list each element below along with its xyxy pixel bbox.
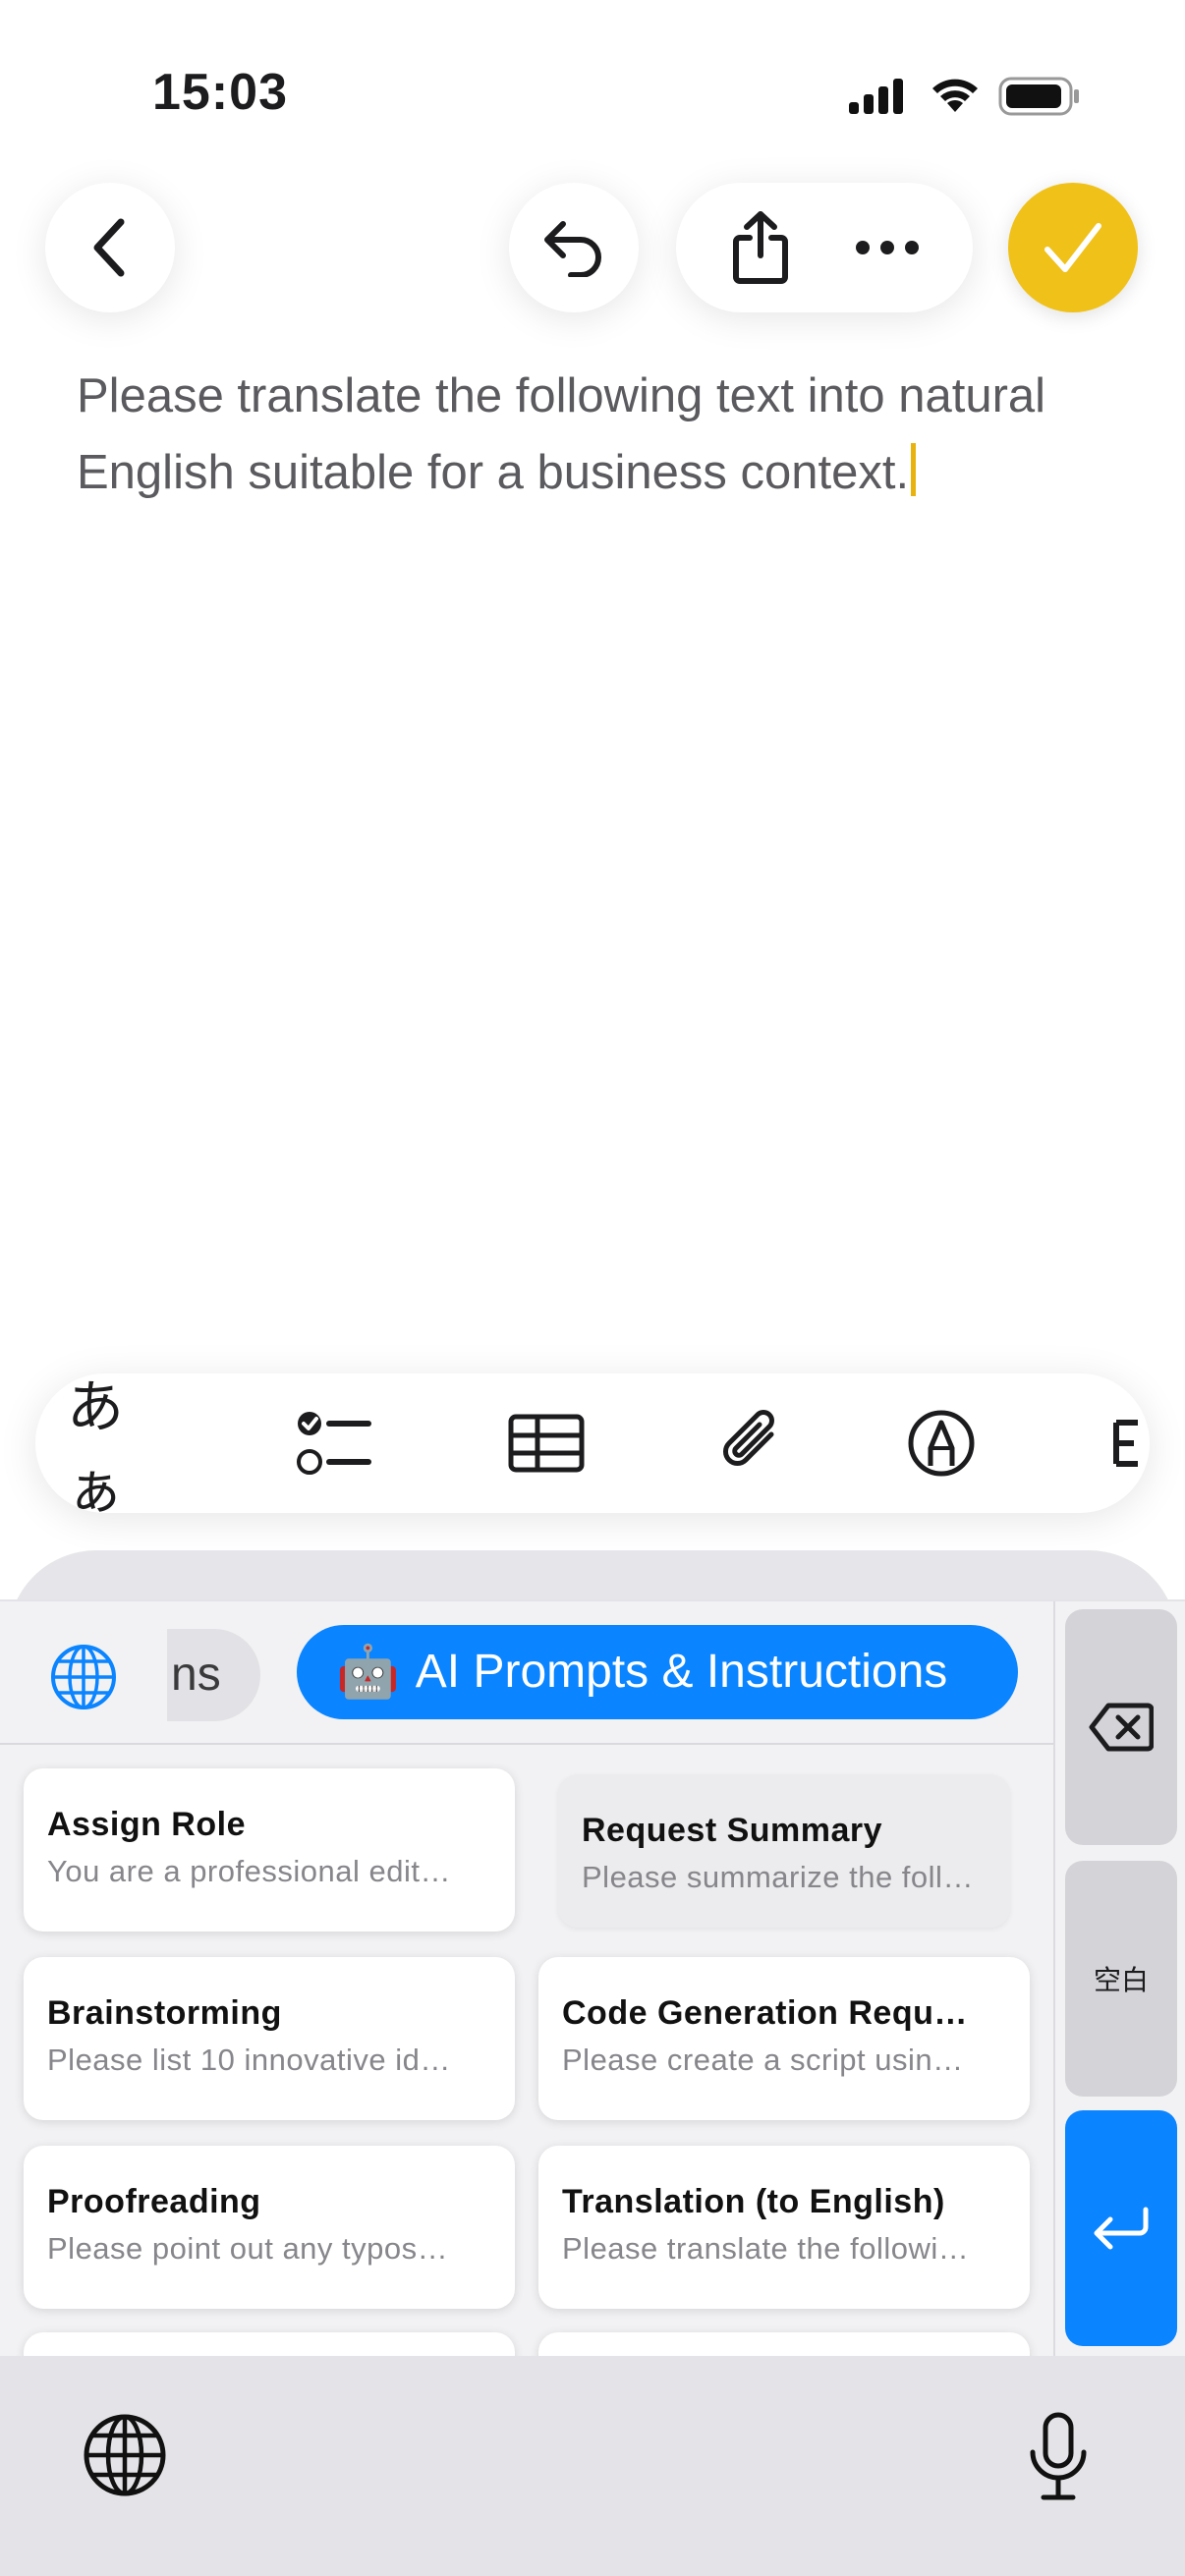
more-format-button[interactable]	[1110, 1373, 1150, 1513]
note-text: Please translate the following text into…	[77, 369, 1046, 499]
prompt-card-subtitle: Please summarize the follo…	[582, 1860, 987, 1894]
prompt-card-subtitle: Please list 10 innovative id…	[47, 2043, 451, 2077]
prompt-card-translation[interactable]: Translation (to English) Please translat…	[538, 2146, 1030, 2309]
pen-circle-icon	[908, 1410, 975, 1477]
prompt-card-brainstorming[interactable]: Brainstorming Please list 10 innovative …	[24, 1957, 515, 2120]
prompt-card-title: Code Generation Requ…	[562, 1994, 968, 2032]
prompt-card-subtitle: Please point out any typos…	[47, 2231, 449, 2266]
partial-format-icon	[1113, 1420, 1138, 1467]
status-time: 15:03	[152, 64, 288, 121]
done-button[interactable]	[1008, 183, 1138, 312]
globe-icon	[51, 1645, 116, 1709]
undo-icon	[544, 221, 601, 277]
format-toolbar: あぁ	[35, 1373, 1150, 1513]
return-key[interactable]	[1065, 2110, 1177, 2346]
prompt-card-title: Request Summary	[582, 1812, 883, 1849]
table-icon	[508, 1414, 585, 1473]
category-bar: ns 🤖 AI Prompts & Instructions	[0, 1601, 1053, 1745]
keyboard-bottom-bar	[0, 2356, 1185, 2576]
prompt-card-title: Translation (to English)	[562, 2183, 945, 2220]
prompt-card-title: Assign Role	[47, 1806, 246, 1843]
category-tab-active[interactable]: 🤖 AI Prompts & Instructions	[297, 1625, 1018, 1719]
text-cursor	[911, 443, 917, 496]
battery-icon	[998, 75, 1081, 123]
switch-keyboard-button[interactable]	[83, 2413, 167, 2502]
robot-emoji-icon: 🤖	[336, 1644, 400, 1701]
prompt-card-subtitle: Please translate the followi…	[562, 2231, 970, 2266]
checklist-button[interactable]	[285, 1373, 383, 1513]
microphone-icon	[1030, 2412, 1087, 2500]
prompt-keyboard: ns 🤖 AI Prompts & Instructions Assign Ro…	[0, 1601, 1053, 2356]
attachment-button[interactable]	[704, 1373, 802, 1513]
prompt-card-proofreading[interactable]: Proofreading Please point out any typos…	[24, 2146, 515, 2309]
markup-button[interactable]	[892, 1373, 990, 1513]
prompt-card-subtitle: Please create a script usin…	[562, 2043, 964, 2077]
side-keys: 空白	[1053, 1601, 1185, 2356]
chevron-left-icon	[93, 218, 125, 277]
table-button[interactable]	[497, 1373, 595, 1513]
ellipsis-icon	[855, 241, 919, 254]
wifi-icon	[928, 73, 983, 119]
delete-key[interactable]	[1065, 1609, 1177, 1845]
paperclip-icon	[723, 1410, 774, 1466]
globe-icon	[84, 2414, 166, 2496]
prompt-card-code-generation[interactable]: Code Generation Requ… Please create a sc…	[538, 1957, 1030, 2120]
share-button[interactable]	[730, 210, 791, 285]
category-tab-previous[interactable]: ns	[167, 1629, 260, 1721]
share-icon	[732, 211, 788, 284]
note-text-area[interactable]: Please translate the following text into…	[77, 358, 1138, 511]
delete-backward-icon	[1089, 1703, 1154, 1752]
return-icon	[1094, 2207, 1149, 2250]
text-style-button[interactable]: あぁ	[67, 1373, 175, 1513]
back-button[interactable]	[45, 183, 175, 312]
prompt-card-request-summary[interactable]: Request Summary Please summarize the fol…	[558, 1774, 1010, 1928]
prompt-card-partial[interactable]	[24, 2332, 515, 2356]
checkmark-icon	[1044, 223, 1101, 272]
cellular-signal-icon	[847, 77, 908, 121]
share-more-group	[676, 183, 973, 312]
dictation-button[interactable]	[1026, 2411, 1091, 2506]
prompt-card-title: Proofreading	[47, 2183, 261, 2220]
checklist-icon	[297, 1412, 371, 1475]
undo-button[interactable]	[509, 183, 639, 312]
more-button[interactable]	[855, 240, 920, 255]
space-key[interactable]: 空白	[1065, 1861, 1177, 2097]
prompt-card-partial[interactable]	[538, 2332, 1030, 2356]
prompt-card-subtitle: You are a professional edit…	[47, 1854, 451, 1888]
category-tab-active-label: AI Prompts & Instructions	[415, 1646, 948, 1698]
prompt-card-title: Brainstorming	[47, 1994, 282, 2032]
category-tab-previous-label: ns	[171, 1649, 221, 1701]
category-globe-button[interactable]	[49, 1643, 118, 1716]
prompt-card-assign-role[interactable]: Assign Role You are a professional edit…	[24, 1768, 515, 1932]
